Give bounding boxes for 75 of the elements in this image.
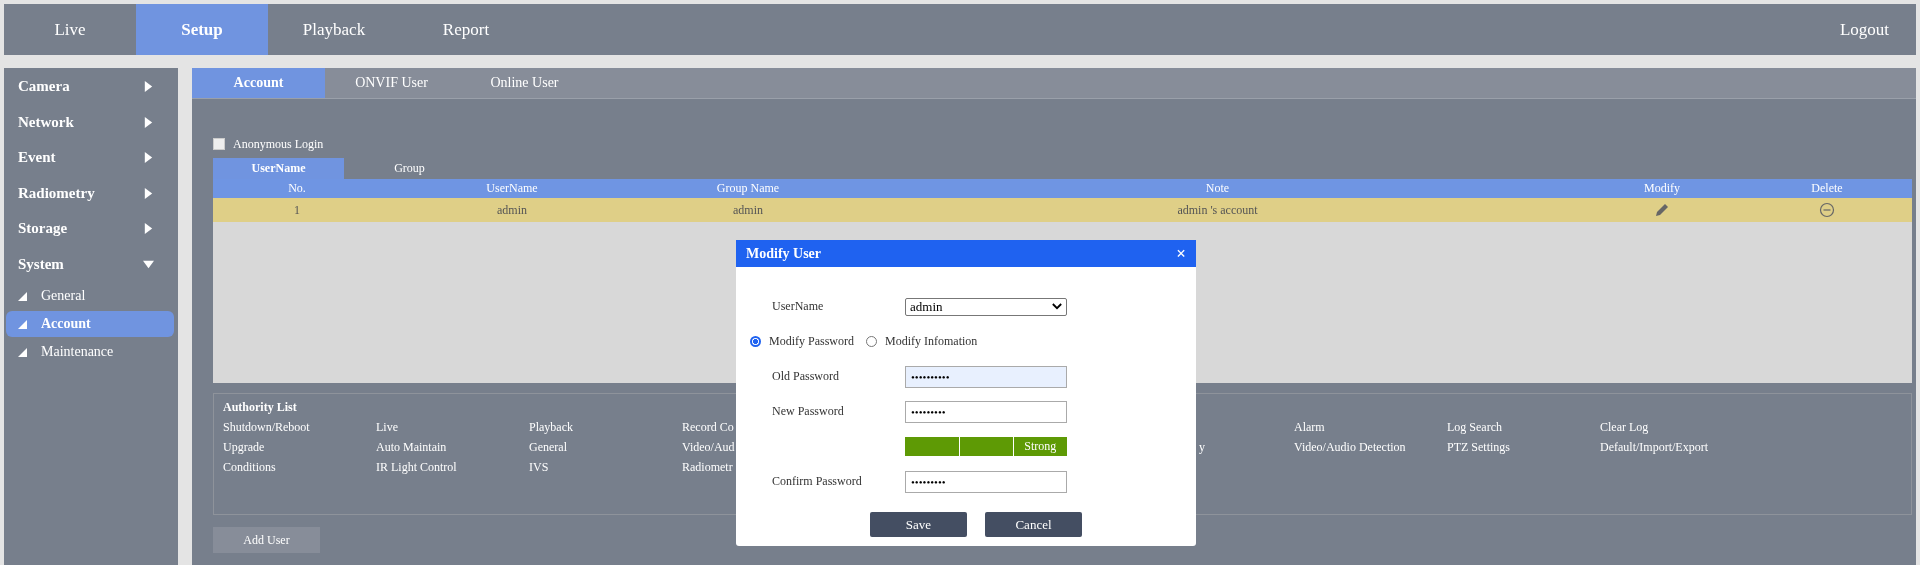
- strength-label: Strong: [1023, 438, 1058, 455]
- table-cell: admin 's account: [1177, 202, 1258, 218]
- sidebar-item[interactable]: Radiometry: [4, 175, 178, 211]
- authority-item: Clear Log: [1600, 420, 1649, 434]
- close-button[interactable]: ×: [1176, 243, 1186, 264]
- field-label: New Password: [772, 404, 845, 419]
- radio-label: Modify Infomation: [885, 334, 978, 349]
- authority-item: Video/Aud: [682, 440, 735, 454]
- chevron-down-icon: [1052, 303, 1062, 310]
- authority-item: Conditions: [223, 460, 276, 474]
- section-title: Authority List: [223, 400, 297, 416]
- tab[interactable]: Online User: [458, 68, 591, 98]
- dialog-button[interactable]: Save: [870, 512, 967, 537]
- dialog-title: Modify User: [746, 245, 822, 262]
- authority-item: Auto Maintain: [376, 440, 447, 454]
- logout-link[interactable]: Logout: [1839, 4, 1916, 55]
- remove-icon[interactable]: [1819, 202, 1835, 218]
- authority-item: Upgrade: [223, 440, 265, 454]
- field-label: UserName: [772, 299, 825, 314]
- column-header: No.: [287, 180, 307, 197]
- column-header: Note: [1204, 180, 1231, 197]
- authority-item: Playback: [529, 420, 573, 434]
- authority-item: Shutdown/Reboot: [223, 420, 310, 434]
- authority-item: IVS: [529, 460, 549, 474]
- authority-item: Default/Import/Export: [1600, 440, 1708, 454]
- authority-item: Live: [376, 420, 398, 434]
- triangle-icon: [18, 347, 27, 357]
- checkbox[interactable]: [213, 138, 225, 150]
- authority-item: Radiometr: [682, 460, 733, 474]
- field-label: Confirm Password: [772, 474, 863, 489]
- radio-button[interactable]: [750, 336, 761, 347]
- password-field[interactable]: •••••••••: [905, 470, 1067, 493]
- triangle-icon: [18, 319, 27, 329]
- sidebar-subitem[interactable]: General: [6, 283, 174, 309]
- radio-label: Modify Password: [769, 334, 854, 349]
- authority-item: PTZ Settings: [1447, 440, 1510, 454]
- nav-tab[interactable]: Live: [4, 4, 136, 55]
- tab[interactable]: Account: [192, 68, 325, 98]
- table-cell: 1: [294, 202, 300, 218]
- password-field[interactable]: ••••••••••: [905, 365, 1067, 388]
- sidebar-item[interactable]: Network: [4, 104, 178, 140]
- field-label: Old Password: [772, 369, 840, 384]
- column-header: Modify: [1643, 180, 1681, 197]
- sidebar-item[interactable]: Event: [4, 140, 178, 176]
- tab[interactable]: Group: [344, 158, 475, 179]
- username-select[interactable]: admin: [905, 297, 1067, 316]
- column-header: UserName: [485, 180, 539, 197]
- password-field[interactable]: •••••••••: [905, 400, 1067, 423]
- sidebar-item[interactable]: Camera: [4, 69, 178, 105]
- pencil-icon[interactable]: [1654, 202, 1670, 218]
- authority-item: Video/Audio Detection: [1294, 440, 1406, 454]
- dialog-button[interactable]: Cancel: [985, 512, 1082, 537]
- tab[interactable]: ONVIF User: [325, 68, 458, 98]
- authority-item: y: [1199, 440, 1205, 454]
- column-header: Delete: [1810, 180, 1844, 197]
- authority-item: Alarm: [1294, 420, 1325, 434]
- sidebar-subitem[interactable]: Account: [6, 311, 174, 337]
- table-row[interactable]: 1 admin admin admin 's account: [213, 198, 1912, 222]
- checkbox-label: Anonymous Login: [233, 136, 324, 152]
- sidebar-item[interactable]: Storage: [4, 211, 178, 247]
- nav-tab[interactable]: Setup: [136, 4, 268, 55]
- add-user-button[interactable]: Add User: [213, 527, 320, 553]
- sidebar-item[interactable]: System: [4, 246, 178, 282]
- nav-tab[interactable]: Playback: [268, 4, 400, 55]
- sidebar-subitem[interactable]: Maintenance: [6, 339, 174, 365]
- column-header: Group Name: [715, 180, 781, 197]
- authority-item: Record Co: [682, 420, 734, 434]
- triangle-icon: [18, 291, 27, 301]
- authority-item: IR Light Control: [376, 460, 457, 474]
- table-cell: admin: [733, 202, 763, 218]
- tab[interactable]: UserName: [213, 158, 344, 179]
- nav-tab[interactable]: Report: [400, 4, 532, 55]
- authority-item: General: [529, 440, 567, 454]
- authority-item: Log Search: [1447, 420, 1502, 434]
- table-cell: admin: [497, 202, 527, 218]
